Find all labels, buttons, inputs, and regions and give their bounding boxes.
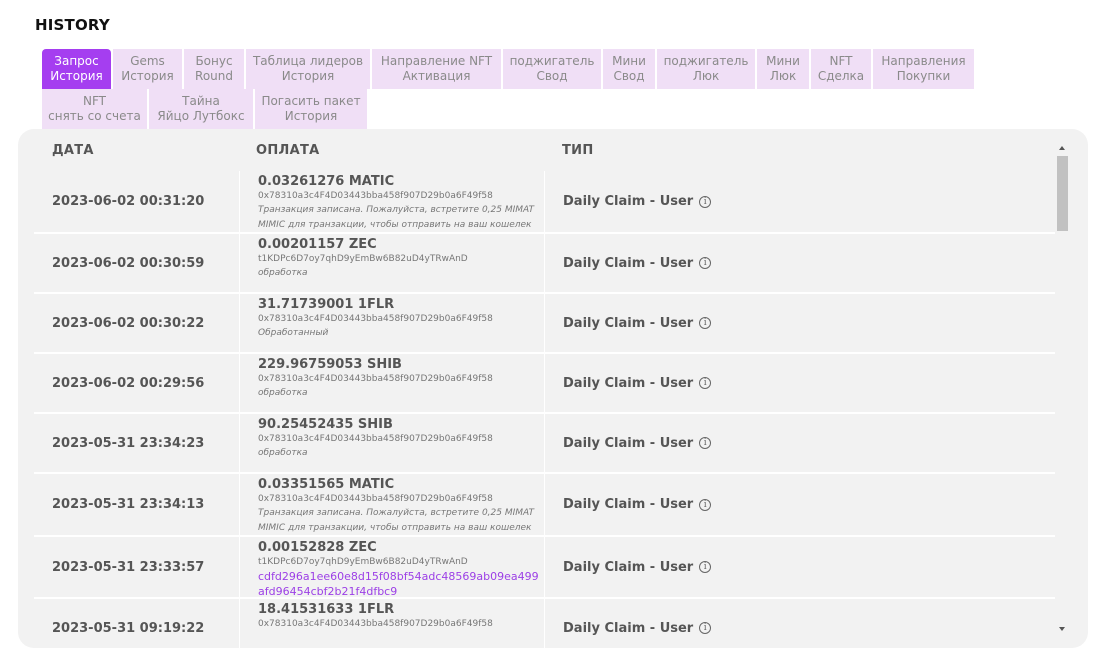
info-icon[interactable]: i xyxy=(699,498,712,511)
info-icon[interactable]: i xyxy=(699,257,712,269)
tab-nft-withdraw[interactable]: NFT снять со счета xyxy=(42,89,147,129)
type-label: Daily Claim - User xyxy=(563,255,694,271)
payment-cell: 229.96759053 SHIB 0x78310a3c4F4D03443bba… xyxy=(239,354,545,412)
status-note: Транзакция записана. Пожалуйста, встрети… xyxy=(258,205,535,230)
payment-amount: 90.25452435 SHIB xyxy=(258,417,393,432)
status-note: обработка xyxy=(258,388,308,398)
type-label: Daily Claim - User xyxy=(563,194,694,209)
wallet-address: 0x78310a3c4F4D03443bba458f907D29b0a6F49f… xyxy=(258,191,493,201)
table-header: ДАТА ОПЛАТА ТИП xyxy=(18,129,1058,171)
table-body: 2023-06-02 00:31:20 0.03261276 MATIC 0x7… xyxy=(34,171,1055,648)
column-header-type: ТИП xyxy=(562,143,594,158)
table-row: 2023-05-31 23:34:23 90.25452435 SHIB 0x7… xyxy=(34,414,1055,474)
type-cell: Daily Claim - User i xyxy=(545,171,1055,232)
payment-cell: 18.41531633 1FLR 0x78310a3c4F4D03443bba4… xyxy=(239,599,545,648)
type-label: Daily Claim - User xyxy=(563,375,694,391)
table-row: 2023-06-02 00:29:56 229.96759053 SHIB 0x… xyxy=(34,354,1055,414)
type-cell: Daily Claim - User i xyxy=(545,537,1055,597)
date-cell: 2023-05-31 09:19:22 xyxy=(52,620,205,636)
scroll-down-arrow-icon[interactable] xyxy=(1059,627,1065,631)
type-cell: Daily Claim - User i xyxy=(545,599,1055,648)
wallet-address: 0x78310a3c4F4D03443bba458f907D29b0a6F49f… xyxy=(258,374,493,384)
date-cell: 2023-06-02 00:30:59 xyxy=(52,255,205,271)
tab-direction-purchases[interactable]: Направления Покупки xyxy=(873,49,974,89)
tab-row-1: Запрос История Gems История Бонус Round Таб… xyxy=(42,49,1002,89)
wallet-address: 0x78310a3c4F4D03443bba458f907D29b0a6F49f… xyxy=(258,434,493,444)
payment-amount: 18.41531633 1FLR xyxy=(258,602,395,617)
date-cell: 2023-06-02 00:31:20 xyxy=(52,194,205,209)
type-label: Daily Claim - User xyxy=(563,620,694,636)
tab-mini-vault[interactable]: Мини Свод xyxy=(603,49,655,89)
status-note: Транзакция записана. Пожалуйста, встрети… xyxy=(258,508,535,533)
date-cell: 2023-06-02 00:30:22 xyxy=(52,315,205,331)
scroll-up-arrow-icon[interactable] xyxy=(1059,146,1065,150)
info-icon[interactable]: i xyxy=(699,622,712,634)
table-row: 2023-05-31 23:34:13 0.03351565 MATIC 0x7… xyxy=(34,474,1055,537)
column-header-date: ДАТА xyxy=(52,143,94,158)
tab-igniter-vault[interactable]: поджигатель Свод xyxy=(503,49,601,89)
payment-cell: 0.00201157 ZEC t1KDPc6D7oy7qhD9yEmBw6B82… xyxy=(239,234,545,292)
payment-amount: 31.71739001 1FLR xyxy=(258,297,395,312)
table-row: 2023-05-31 23:33:57 0.00152828 ZEC t1KDP… xyxy=(34,537,1055,599)
payment-amount: 0.03351565 MATIC xyxy=(258,477,395,492)
scrollbar-thumb[interactable] xyxy=(1057,156,1068,231)
status-note: обработка xyxy=(258,448,308,458)
status-note: Обработанный xyxy=(258,328,329,338)
wallet-address: 0x78310a3c4F4D03443bba458f907D29b0a6F49f… xyxy=(258,619,493,629)
type-cell: Daily Claim - User i xyxy=(545,414,1055,472)
type-cell: Daily Claim - User i xyxy=(545,294,1055,352)
status-note: обработка xyxy=(258,268,308,278)
table-row: 2023-06-02 00:31:20 0.03261276 MATIC 0x7… xyxy=(34,171,1055,234)
payment-amount: 229.96759053 SHIB xyxy=(258,357,402,372)
date-cell: 2023-06-02 00:29:56 xyxy=(52,375,205,391)
info-icon[interactable]: i xyxy=(699,561,712,573)
table-row: 2023-06-02 00:30:59 0.00201157 ZEC t1KDP… xyxy=(34,234,1055,294)
page-title: HISTORY xyxy=(35,16,110,34)
payment-cell: 0.00152828 ZEC t1KDPc6D7oy7qhD9yEmBw6B82… xyxy=(239,537,545,599)
type-label: Daily Claim - User xyxy=(563,497,694,512)
tab-gems-history[interactable]: Gems История xyxy=(113,49,182,89)
tab-row-2: NFT снять со счета Тайна Яйцо Лутбокс Пога… xyxy=(42,89,1002,129)
tab-leaderboard-history[interactable]: Таблица лидеров История xyxy=(246,49,370,89)
date-cell: 2023-05-31 23:33:57 xyxy=(52,559,205,575)
tab-bar: Запрос История Gems История Бонус Round Таб… xyxy=(42,49,1002,129)
payment-cell: 0.03351565 MATIC 0x78310a3c4F4D03443bba4… xyxy=(239,474,545,535)
wallet-address: t1KDPc6D7oy7qhD9yEmBw6B82uD4yTRwAnD xyxy=(258,254,468,264)
payment-cell: 0.03261276 MATIC 0x78310a3c4F4D03443bba4… xyxy=(239,171,545,232)
type-label: Daily Claim - User xyxy=(563,559,694,575)
wallet-address: 0x78310a3c4F4D03443bba458f907D29b0a6F49f… xyxy=(258,314,493,324)
tab-igniter-hatch[interactable]: поджигатель Люк xyxy=(657,49,755,89)
tab-nft-activation[interactable]: Направление NFT Активация xyxy=(372,49,501,89)
date-cell: 2023-05-31 23:34:23 xyxy=(52,435,205,451)
type-cell: Daily Claim - User i xyxy=(545,234,1055,292)
payment-amount: 0.03261276 MATIC xyxy=(258,174,395,189)
column-header-payment: ОПЛАТА xyxy=(256,143,320,158)
tab-request-history[interactable]: Запрос История xyxy=(42,49,111,89)
type-cell: Daily Claim - User i xyxy=(545,474,1055,535)
tab-bonus-round[interactable]: Бонус Round xyxy=(184,49,244,89)
tab-redeem-package-history[interactable]: Погасить пакет История xyxy=(255,89,367,129)
info-icon[interactable]: i xyxy=(699,195,712,208)
table-row: 2023-05-31 09:19:22 18.41531633 1FLR 0x7… xyxy=(34,599,1055,648)
date-cell: 2023-05-31 23:34:13 xyxy=(52,497,205,512)
history-table-panel: ДАТА ОПЛАТА ТИП 2023-06-02 00:31:20 0.03… xyxy=(18,129,1088,648)
payment-amount: 0.00201157 ZEC xyxy=(258,237,377,252)
payment-cell: 31.71739001 1FLR 0x78310a3c4F4D03443bba4… xyxy=(239,294,545,352)
type-cell: Daily Claim - User i xyxy=(545,354,1055,412)
type-label: Daily Claim - User xyxy=(563,435,694,451)
wallet-address: t1KDPc6D7oy7qhD9yEmBw6B82uD4yTRwAnD xyxy=(258,557,468,567)
type-label: Daily Claim - User xyxy=(563,315,694,331)
wallet-address: 0x78310a3c4F4D03443bba458f907D29b0a6F49f… xyxy=(258,494,493,504)
vertical-scrollbar[interactable] xyxy=(1055,139,1071,638)
table-row: 2023-06-02 00:30:22 31.71739001 1FLR 0x7… xyxy=(34,294,1055,354)
tab-mini-hatch[interactable]: Мини Люк xyxy=(757,49,809,89)
info-icon[interactable]: i xyxy=(699,317,712,329)
info-icon[interactable]: i xyxy=(699,437,712,449)
payment-cell: 90.25452435 SHIB 0x78310a3c4F4D03443bba4… xyxy=(239,414,545,472)
payment-amount: 0.00152828 ZEC xyxy=(258,540,377,555)
info-icon[interactable]: i xyxy=(699,377,712,389)
tab-nft-deal[interactable]: NFT Сделка xyxy=(811,49,871,89)
transaction-hash-link[interactable]: cdfd296a1ee60e8d15f08bf54adc48569ab09ea4… xyxy=(258,569,544,599)
tab-mystery-egg-lootbox[interactable]: Тайна Яйцо Лутбокс xyxy=(149,89,253,129)
